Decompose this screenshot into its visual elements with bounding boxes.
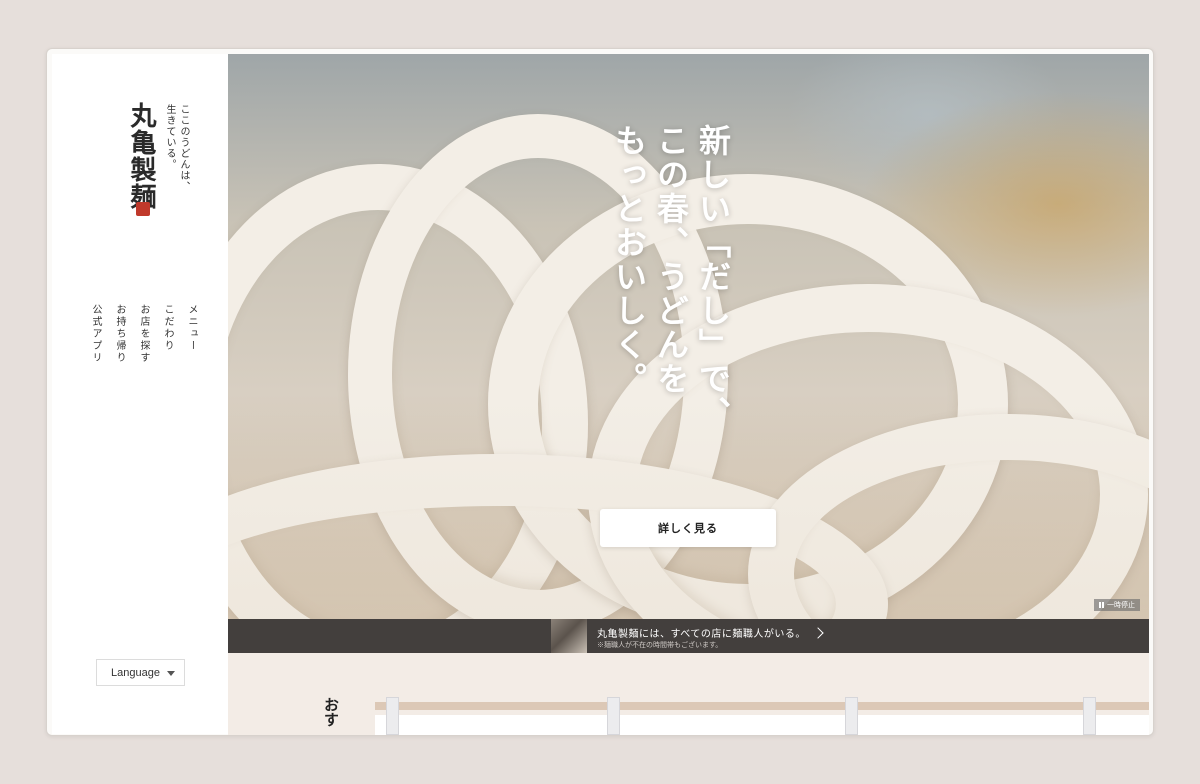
caret-down-icon <box>167 671 175 676</box>
noren-post <box>607 697 620 735</box>
brand-logo[interactable]: 丸亀製麺 <box>126 102 160 210</box>
craftsman-thumbnail <box>551 619 587 653</box>
section-heading: おす <box>322 697 340 727</box>
language-select[interactable]: Language <box>96 659 185 686</box>
pause-label: 一時停止 <box>1107 602 1135 609</box>
nav-item-official-app[interactable]: 公式アプリ <box>88 304 103 414</box>
tagline: ここのうどんは、生きている。 <box>164 104 189 192</box>
nav-item-store-search[interactable]: お店を探す <box>136 304 151 414</box>
detail-button[interactable]: 詳しく見る <box>600 509 776 547</box>
main-nav: メニュー こだわり お店を探す お持ち帰り 公式アプリ <box>88 304 199 414</box>
hero-video: 新しい「だし」で、 この春、うどんを もっとおいしく。 詳しく見る 一時停止 <box>228 54 1149 619</box>
nav-item-menu[interactable]: メニュー <box>184 304 199 414</box>
noren-post <box>386 697 399 735</box>
noren-post <box>845 697 858 735</box>
pause-button[interactable]: 一時停止 <box>1094 599 1140 611</box>
hero-catchcopy: 新しい「だし」で、 この春、うどんを もっとおいしく。 <box>610 124 732 454</box>
nav-item-takeout[interactable]: お持ち帰り <box>112 304 127 414</box>
chevron-right-icon <box>812 627 824 639</box>
pause-icon <box>1099 602 1104 608</box>
sidebar: 丸亀製麺 ここのうどんは、生きている。 メニュー こだわり お店を探す お持ち帰… <box>52 54 228 734</box>
nav-item-commitment[interactable]: こだわり <box>160 304 175 414</box>
noren-rail <box>375 702 1149 710</box>
recommend-section: おす <box>228 653 1149 735</box>
banner-note: ※麺職人が不在の時間帯もございます。 <box>597 641 723 649</box>
noren-cloth <box>375 715 1149 735</box>
seal-icon <box>136 202 150 216</box>
craftsman-banner[interactable]: 丸亀製麺には、すべての店に麺職人がいる。 ※麺職人が不在の時間帯もございます。 <box>228 619 1149 653</box>
language-label: Language <box>111 666 160 679</box>
catchcopy-line: もっとおいしく。 <box>610 124 648 396</box>
noren-post <box>1083 697 1096 735</box>
catchcopy-line: 新しい「だし」で、 <box>694 124 732 430</box>
banner-title: 丸亀製麺には、すべての店に麺職人がいる。 <box>597 629 806 640</box>
catchcopy-line: この春、うどんを <box>652 124 690 396</box>
browser-frame: 丸亀製麺 ここのうどんは、生きている。 メニュー こだわり お店を探す お持ち帰… <box>46 48 1154 736</box>
